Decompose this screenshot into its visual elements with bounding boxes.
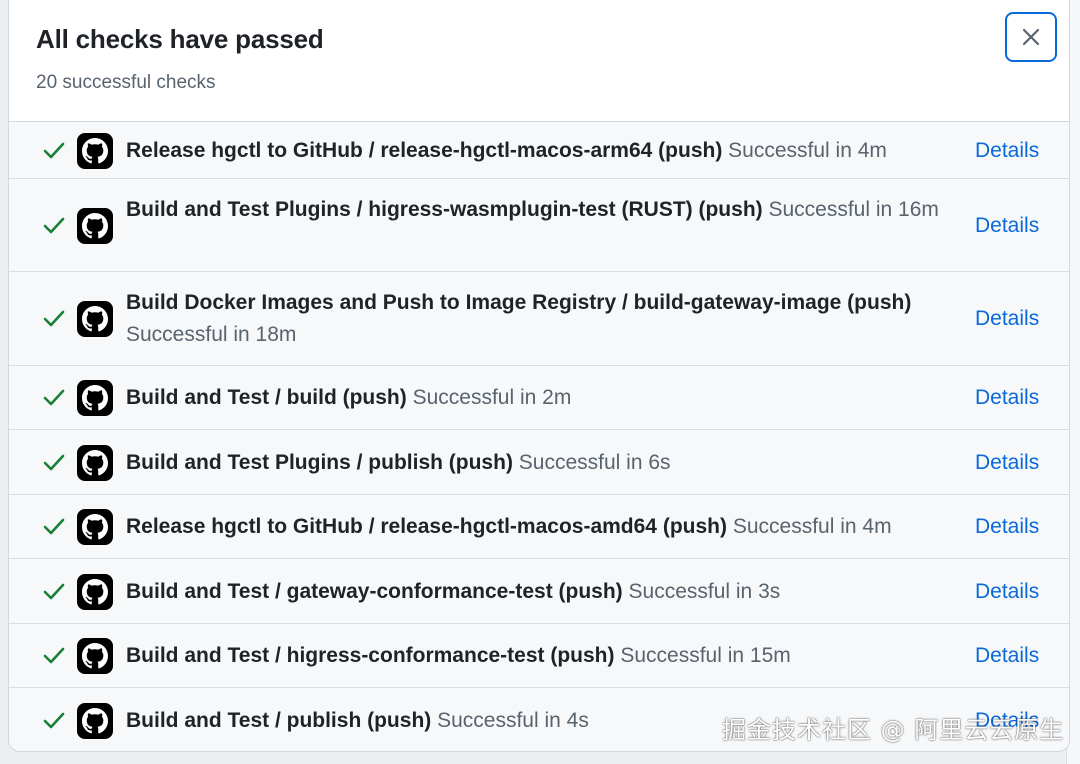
check-name: Build Docker Images and Push to Image Re… [126,291,912,314]
check-row: Build and Test Plugins / higress-wasmplu… [9,179,1069,272]
check-status: Successful in 6s [518,451,671,474]
dialog-header: All checks have passed 20 successful che… [9,0,1069,122]
details-link[interactable]: Details [975,576,1039,608]
github-icon [77,301,113,337]
check-status: Successful in 16m [768,198,939,221]
check-name: Build and Test Plugins / higress-wasmplu… [126,198,763,221]
details-link[interactable]: Details [975,135,1039,167]
check-name: Release hgctl to GitHub / release-hgctl-… [126,515,727,538]
dialog-subtitle: 20 successful checks [36,72,216,93]
check-status: Successful in 4m [732,515,892,538]
check-name: Build and Test / gateway-conformance-tes… [126,580,623,603]
check-row: Release hgctl to GitHub / release-hgctl-… [9,495,1069,559]
check-name: Build and Test / publish (push) [126,709,432,732]
github-icon [77,574,113,610]
details-link[interactable]: Details [975,303,1039,335]
check-icon [39,383,69,413]
check-icon [39,211,69,241]
check-description: Release hgctl to GitHub / release-hgctl-… [126,511,968,543]
details-link[interactable]: Details [975,210,1039,242]
check-status: Successful in 4m [728,139,887,162]
github-icon [77,380,113,416]
github-icon [77,208,113,244]
check-icon [39,136,69,166]
check-row: Release hgctl to GitHub / release-hgctl-… [9,122,1069,179]
check-description: Build and Test Plugins / higress-wasmplu… [126,194,968,226]
check-status: Successful in 15m [620,644,791,667]
close-button[interactable] [1005,12,1057,62]
check-name: Build and Test / higress-conformance-tes… [126,644,615,667]
check-row: Build and Test / gateway-conformance-tes… [9,559,1069,624]
check-icon [39,706,69,736]
check-status: Successful in 4s [437,709,589,732]
details-link[interactable]: Details [975,640,1039,672]
check-icon [39,641,69,671]
watermark: 掘金技术社区 @ 阿里云云原生 [722,716,1065,744]
checks-list: Release hgctl to GitHub / release-hgctl-… [9,122,1069,751]
check-icon [39,577,69,607]
github-icon [77,133,113,169]
check-description: Build and Test Plugins / publish (push) … [126,447,968,479]
check-icon [39,448,69,478]
github-icon [77,445,113,481]
check-row: Build Docker Images and Push to Image Re… [9,272,1069,366]
details-link[interactable]: Details [975,382,1039,414]
check-name: Release hgctl to GitHub / release-hgctl-… [126,139,723,162]
check-status: Successful in 18m [126,323,297,346]
check-description: Build and Test / build (push) Successful… [126,382,968,414]
check-icon [39,512,69,542]
check-row: Build and Test / build (push) Successful… [9,366,1069,430]
details-link[interactable]: Details [975,511,1039,543]
checks-dialog: All checks have passed 20 successful che… [8,0,1070,752]
check-status: Successful in 2m [412,386,572,409]
check-name: Build and Test / build (push) [126,386,407,409]
close-icon [1022,28,1040,46]
check-row: Build and Test / higress-conformance-tes… [9,624,1069,688]
github-icon [77,638,113,674]
github-icon [77,703,113,739]
details-link[interactable]: Details [975,447,1039,479]
check-row: Build and Test Plugins / publish (push) … [9,430,1069,495]
check-description: Build and Test / gateway-conformance-tes… [126,576,968,608]
check-icon [39,304,69,334]
check-description: Build Docker Images and Push to Image Re… [126,287,968,351]
dialog-title: All checks have passed [36,24,324,54]
check-description: Build and Test / higress-conformance-tes… [126,640,968,672]
check-name: Build and Test Plugins / publish (push) [126,451,513,474]
check-status: Successful in 3s [628,580,781,603]
github-icon [77,509,113,545]
check-description: Release hgctl to GitHub / release-hgctl-… [126,135,968,167]
